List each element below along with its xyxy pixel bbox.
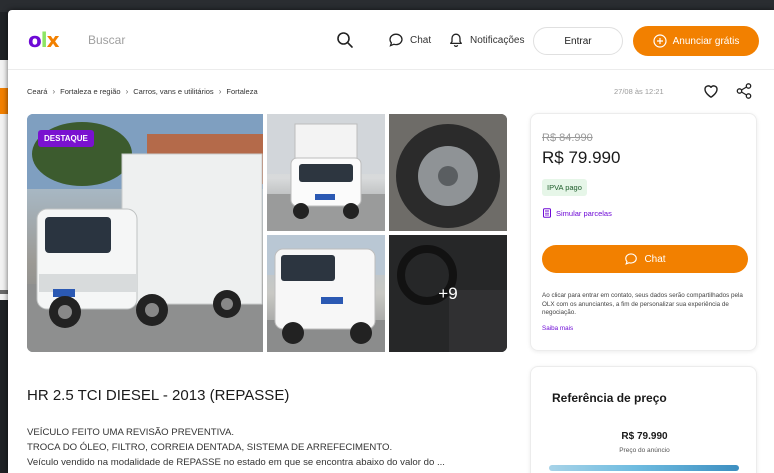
breadcrumb-item-state[interactable]: Ceará <box>27 87 47 96</box>
main-photo[interactable]: DESTAQUE <box>27 114 263 352</box>
chevron-right-icon: › <box>125 87 129 96</box>
photo-gallery: DESTAQUE +9 <box>27 114 507 352</box>
breadcrumb-item-category[interactable]: Carros, vans e utilitários <box>133 87 213 96</box>
background-window-accent <box>0 88 8 114</box>
price-reference-card: Referência de preço R$ 79.990 Preço do a… <box>530 366 757 473</box>
breadcrumb-item-city[interactable]: Fortaleza <box>226 87 257 96</box>
chat-bubble-icon <box>625 253 638 265</box>
heart-icon[interactable] <box>702 82 720 100</box>
ipva-badge: IPVA pago <box>542 179 587 196</box>
photo-thumbnail-2[interactable] <box>389 114 507 231</box>
logo-letter-x: x <box>46 28 60 52</box>
header-chat-label: Chat <box>410 34 432 46</box>
price-card: R$ 84.990 R$ 79.990 IPVA pago Simular pa… <box>530 113 757 351</box>
old-price: R$ 84.990 <box>542 132 593 144</box>
truck-rear-photo-image <box>267 114 385 231</box>
login-button[interactable]: Entrar <box>533 27 623 55</box>
header-notifications-label: Notificações <box>470 34 525 46</box>
ad-title: HR 2.5 TCI DIESEL - 2013 (REPASSE) <box>27 387 290 404</box>
price-reference-bar <box>549 465 739 471</box>
price-reference-subtitle: Preço do anúncio <box>619 447 670 454</box>
header-chat-link[interactable]: Chat <box>388 29 431 51</box>
chevron-right-icon: › <box>218 87 222 96</box>
plus-circle-icon <box>653 34 667 48</box>
photo-thumbnail-more[interactable]: +9 <box>389 235 507 352</box>
price-reference-title: Referência de preço <box>552 391 667 405</box>
chevron-right-icon: › <box>52 87 56 96</box>
breadcrumb-item-region[interactable]: Fortaleza e região <box>60 87 120 96</box>
top-header: olx Buscar Chat Notificações Entrar Anun… <box>8 10 774 70</box>
post-ad-button[interactable]: Anunciar grátis <box>633 26 759 56</box>
photo-thumbnail-3[interactable] <box>267 235 385 352</box>
current-price: R$ 79.990 <box>542 148 621 167</box>
price-reference-value: R$ 79.990 <box>621 431 668 442</box>
highlight-badge: DESTAQUE <box>38 130 94 147</box>
photo-thumbnail-1[interactable] <box>267 114 385 231</box>
olx-logo[interactable]: olx <box>28 28 60 52</box>
header-notifications-link[interactable]: Notificações <box>448 29 524 51</box>
breadcrumb: Ceará › Fortaleza e região › Carros, van… <box>27 87 258 96</box>
logo-letter-o: o <box>28 28 42 52</box>
search-icon[interactable] <box>335 30 355 50</box>
simulate-installments-link[interactable]: Simular parcelas <box>542 208 612 218</box>
share-icon[interactable] <box>735 82 753 100</box>
chat-button[interactable]: Chat <box>542 245 748 273</box>
tire-photo-image <box>389 114 507 231</box>
learn-more-link[interactable]: Saiba mais <box>542 325 573 332</box>
more-photos-count: +9 <box>389 235 507 352</box>
bell-icon <box>450 33 462 48</box>
truck-photo-image <box>27 114 263 352</box>
post-ad-label: Anunciar grátis <box>672 35 740 47</box>
simulate-installments-label: Simular parcelas <box>556 208 612 218</box>
description-line: VEÍCULO FEITO UMA REVISÃO PREVENTIVA. <box>27 427 235 438</box>
ad-description: VEÍCULO FEITO UMA REVISÃO PREVENTIVA. TR… <box>27 425 517 470</box>
chat-bubble-icon <box>389 33 403 47</box>
calculator-icon <box>543 208 551 218</box>
description-line: TROCA DO ÓLEO, FILTRO, CORREIA DENTADA, … <box>27 442 393 453</box>
truck-front-photo-image <box>267 235 385 352</box>
chat-button-label: Chat <box>644 253 666 265</box>
search-input[interactable]: Buscar <box>88 33 125 47</box>
posted-date: 27/08 às 12:21 <box>614 87 664 96</box>
description-line: Veículo vendido na modalidade de REPASSE… <box>27 457 445 468</box>
olx-ad-page: olx Buscar Chat Notificações Entrar Anun… <box>8 10 774 473</box>
contact-disclaimer: Ao clicar para entrar em contato, seus d… <box>542 292 743 317</box>
